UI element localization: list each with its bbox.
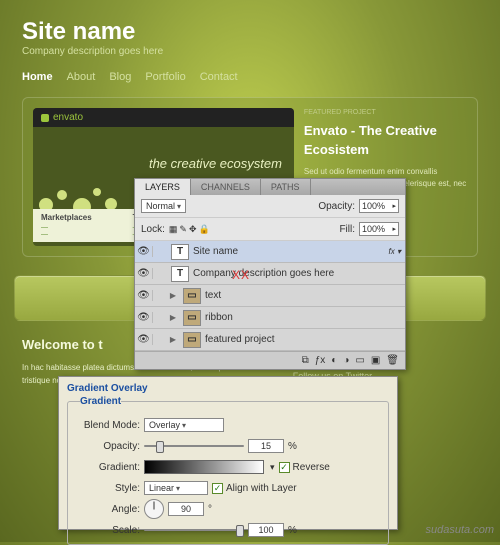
lock-transparency-icon[interactable]: ▦ bbox=[169, 224, 178, 235]
text-layer-icon: T bbox=[171, 244, 189, 260]
folder-icon: ▭ bbox=[183, 310, 201, 326]
credit-text: sudasuta.com bbox=[426, 524, 494, 536]
layer-name: Company description goes here bbox=[193, 268, 405, 279]
fill-label: Fill: bbox=[339, 224, 355, 235]
opacity-label: Opacity: bbox=[318, 201, 355, 212]
site-description: Company description goes here bbox=[22, 46, 478, 57]
panel-footer: ⧉ ƒx ◐ ◑ ▭ ▣ 🗑 bbox=[135, 351, 405, 369]
text-layer-icon: T bbox=[171, 266, 189, 282]
gradient-dropdown-icon[interactable]: ▾ bbox=[270, 462, 275, 473]
adjustment-icon[interactable]: ◑ bbox=[343, 355, 349, 366]
fx-icon[interactable]: ƒx bbox=[315, 355, 326, 366]
tab-layers[interactable]: LAYERS bbox=[135, 179, 191, 195]
site-header: Site name Company description goes here bbox=[0, 0, 500, 61]
scale-label: Scale: bbox=[76, 525, 140, 536]
layer-row[interactable]: 👁 ▶ ▭ text bbox=[135, 285, 405, 307]
lock-image-icon[interactable]: ✎ bbox=[179, 224, 187, 235]
gradient-overlay-panel: Gradient Overlay Gradient Blend Mode: Ov… bbox=[58, 376, 398, 530]
new-layer-icon[interactable]: ▣ bbox=[371, 355, 380, 366]
fx-badge[interactable]: fx ▾ bbox=[389, 247, 401, 256]
fieldset-legend: Gradient bbox=[80, 396, 121, 407]
visibility-icon[interactable]: 👁 bbox=[135, 246, 153, 257]
lock-position-icon[interactable]: ✥ bbox=[189, 224, 197, 235]
opacity-field[interactable]: 100% bbox=[359, 199, 399, 213]
gradient-label: Gradient: bbox=[76, 462, 140, 473]
gradient-swatch[interactable] bbox=[144, 460, 264, 474]
expand-icon[interactable]: ▶ bbox=[167, 313, 179, 322]
link-layers-icon[interactable]: ⧉ bbox=[302, 355, 309, 366]
col-1-link2[interactable]: — bbox=[41, 231, 103, 238]
lock-label: Lock: bbox=[141, 224, 165, 235]
brand-name: envato bbox=[53, 112, 83, 123]
hero-tagline: the creative ecosystem bbox=[149, 156, 282, 171]
tab-channels[interactable]: CHANNELS bbox=[191, 179, 261, 195]
opacity-slider[interactable] bbox=[144, 440, 244, 452]
deg-unit: ° bbox=[208, 504, 212, 515]
featured-label: FEATURED PROJECT bbox=[304, 108, 467, 119]
blend-mode-label: Blend Mode: bbox=[76, 420, 140, 431]
layer-name: ribbon bbox=[205, 312, 405, 323]
scale-input[interactable]: 100 bbox=[248, 523, 284, 537]
tab-paths[interactable]: PATHS bbox=[261, 179, 311, 195]
pct-unit: % bbox=[288, 441, 297, 452]
site-title: Site name bbox=[22, 18, 478, 46]
layer-name: featured project bbox=[205, 334, 405, 345]
visibility-icon[interactable]: 👁 bbox=[135, 312, 153, 323]
layer-row[interactable]: 👁 T Site name fx ▾ bbox=[135, 241, 405, 263]
col-1-link[interactable]: — bbox=[41, 224, 103, 231]
pct-unit: % bbox=[288, 525, 297, 536]
angle-input[interactable]: 90 bbox=[168, 502, 204, 516]
col-1-title: Marketplaces bbox=[41, 213, 103, 222]
scale-slider[interactable] bbox=[144, 524, 244, 536]
watermark: XX bbox=[232, 268, 250, 282]
featured-title: Envato - The Creative Ecosistem bbox=[304, 121, 467, 160]
fill-field[interactable]: 100% bbox=[359, 222, 399, 236]
blend-mode-select[interactable]: Overlay bbox=[144, 418, 224, 432]
layer-row[interactable]: 👁 T Company description goes here bbox=[135, 263, 405, 285]
panel-tabs: LAYERS CHANNELS PATHS bbox=[135, 179, 405, 195]
layer-row[interactable]: 👁 ▶ ▭ ribbon bbox=[135, 307, 405, 329]
expand-icon[interactable]: ▶ bbox=[167, 335, 179, 344]
layer-name: text bbox=[205, 290, 405, 301]
align-checkbox[interactable]: ✓Align with Layer bbox=[212, 483, 297, 494]
folder-icon: ▭ bbox=[183, 332, 201, 348]
panel-title: Gradient Overlay bbox=[67, 383, 389, 394]
layer-name: Site name bbox=[193, 246, 389, 257]
nav-contact[interactable]: Contact bbox=[200, 71, 238, 83]
nav-bar: Home About Blog Portfolio Contact bbox=[0, 61, 500, 91]
layers-list: 👁 T Site name fx ▾ 👁 T Company descripti… bbox=[135, 241, 405, 351]
nav-home[interactable]: Home bbox=[22, 71, 53, 83]
trash-icon[interactable]: 🗑 bbox=[386, 355, 399, 366]
layers-panel: LAYERS CHANNELS PATHS Normal Opacity: 10… bbox=[134, 178, 406, 370]
angle-dial[interactable] bbox=[144, 499, 164, 519]
expand-icon[interactable]: ▶ bbox=[167, 291, 179, 300]
mask-icon[interactable]: ◐ bbox=[331, 355, 337, 366]
style-label: Style: bbox=[76, 483, 140, 494]
opacity-label: Opacity: bbox=[76, 441, 140, 452]
lock-icons: ▦ ✎ ✥ 🔒 bbox=[169, 224, 210, 235]
visibility-icon[interactable]: 👁 bbox=[135, 268, 153, 279]
nav-about[interactable]: About bbox=[67, 71, 96, 83]
nav-blog[interactable]: Blog bbox=[109, 71, 131, 83]
blend-mode-select[interactable]: Normal bbox=[141, 199, 186, 213]
folder-icon: ▭ bbox=[183, 288, 201, 304]
group-icon[interactable]: ▭ bbox=[355, 355, 364, 366]
brand-bar: envato bbox=[33, 108, 294, 127]
style-select[interactable]: Linear bbox=[144, 481, 208, 495]
visibility-icon[interactable]: 👁 bbox=[135, 290, 153, 301]
lock-all-icon[interactable]: 🔒 bbox=[199, 224, 210, 235]
layer-row[interactable]: 👁 ▶ ▭ featured project bbox=[135, 329, 405, 351]
nav-portfolio[interactable]: Portfolio bbox=[145, 71, 185, 83]
opacity-input[interactable]: 15 bbox=[248, 439, 284, 453]
visibility-icon[interactable]: 👁 bbox=[135, 334, 153, 345]
angle-label: Angle: bbox=[76, 504, 140, 515]
reverse-checkbox[interactable]: ✓Reverse bbox=[279, 462, 330, 473]
